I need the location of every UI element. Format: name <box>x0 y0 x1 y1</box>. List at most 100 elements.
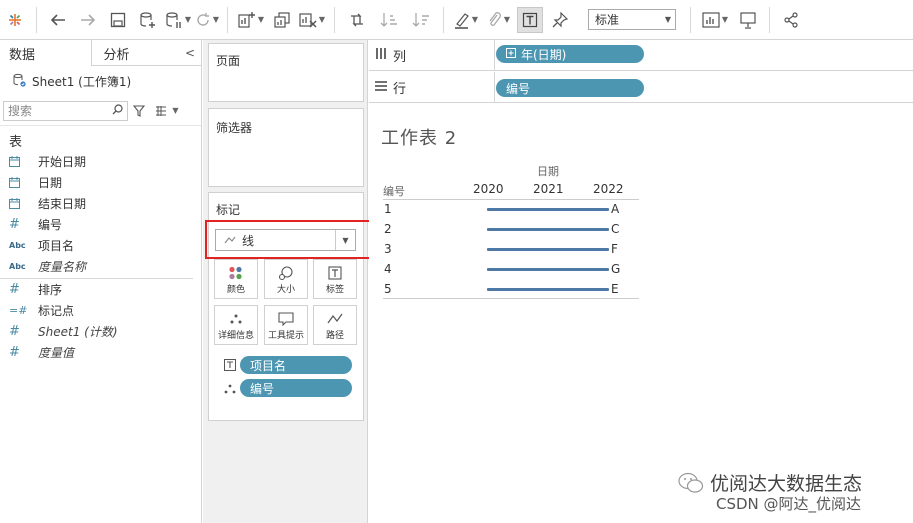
highlight-icon[interactable]: ▼ <box>450 0 482 40</box>
undo-icon[interactable] <box>43 0 73 40</box>
collapse-pane-icon[interactable]: < <box>179 40 201 65</box>
field-id[interactable]: # 编号 <box>0 214 201 235</box>
field-marker-point[interactable]: =# 标记点 <box>0 300 201 321</box>
line-label: C <box>611 222 620 236</box>
label-encoding-icon <box>223 358 237 372</box>
sort-descending-icon[interactable] <box>405 0 437 40</box>
line-label: A <box>611 202 620 216</box>
field-sheet1-count[interactable]: # Sheet1 (计数) <box>0 321 201 342</box>
tab-data-label: 数据 <box>9 47 36 63</box>
datasource-item[interactable]: Sheet1 (工作簿1) <box>0 66 201 96</box>
row-id: 3 <box>384 242 392 256</box>
marks-card-title: 标记 <box>216 203 241 217</box>
rows-icon <box>375 80 393 94</box>
row-id: 1 <box>384 202 392 216</box>
column-header-date: 日期 <box>537 165 559 178</box>
share-icon[interactable] <box>776 0 806 40</box>
pill-label: 编号 <box>250 381 275 396</box>
field-measure-names[interactable]: Abc 度量名称 <box>0 256 201 277</box>
color-icon <box>228 264 244 282</box>
swap-rows-columns-icon[interactable] <box>341 0 373 40</box>
pages-card[interactable]: 页面 <box>208 43 364 102</box>
columns-label: 列 <box>393 49 407 65</box>
filters-card-title: 筛选器 <box>216 121 253 135</box>
clear-sheet-icon[interactable]: ▼ <box>296 0 328 40</box>
worksheet-view: 工作表 2 日期 编号 2020 2021 2022 1 2 3 4 5 A C… <box>369 104 913 523</box>
field-label: 度量名称 <box>38 260 87 274</box>
datasource-icon <box>12 73 26 90</box>
size-button[interactable]: 大小 <box>264 259 308 299</box>
presentation-mode-icon[interactable] <box>733 0 763 40</box>
tab-analytics[interactable]: 分析 <box>92 40 180 66</box>
path-button[interactable]: 路径 <box>313 305 357 345</box>
tooltip-icon <box>278 310 294 328</box>
marks-pill-id[interactable]: 编号 <box>240 379 352 397</box>
row-id: 2 <box>384 222 392 236</box>
tooltip-button-label: 工具提示 <box>267 330 304 341</box>
filter-icon[interactable] <box>128 104 150 117</box>
color-button[interactable]: 颜色 <box>214 259 258 299</box>
group-members-icon[interactable]: ▼ <box>482 0 514 40</box>
label-button[interactable]: 标签 <box>313 259 357 299</box>
line-mark[interactable] <box>487 268 609 271</box>
fix-axes-icon[interactable] <box>546 0 574 40</box>
toolbar: ▼ ▼ ▼ ▼ ▼ ▼ 标准 ▼ ▼ <box>0 0 913 40</box>
color-button-label: 颜色 <box>226 284 245 295</box>
highlight-box <box>205 220 372 259</box>
fit-select[interactable]: 标准 ▼ <box>588 9 676 30</box>
columns-shelf[interactable]: 列 年(日期) <box>369 39 913 71</box>
field-measure-values[interactable]: # 度量值 <box>0 342 201 363</box>
field-project-name[interactable]: Abc 项目名 <box>0 235 201 256</box>
table-bottom-border <box>383 298 639 299</box>
string-icon: Abc <box>9 262 26 271</box>
rows-shelf[interactable]: 行 编号 <box>369 71 913 103</box>
line-mark[interactable] <box>487 208 609 211</box>
string-icon: Abc <box>9 241 26 250</box>
duplicate-sheet-icon[interactable] <box>268 0 296 40</box>
tableau-logo-icon[interactable] <box>0 0 30 40</box>
rows-pill-id[interactable]: 编号 <box>496 79 644 97</box>
cards-pane: 页面 筛选器 标记 线 ▼ 颜色 大小 标签 详细信息 工具提示 路径 项目名 … <box>203 40 368 523</box>
text-label-icon <box>328 264 342 282</box>
data-pane: 数据 分析 < Sheet1 (工作簿1) 搜索 ▼ 表 开始日期 日期 结束日… <box>0 40 202 523</box>
show-mark-labels-icon[interactable] <box>514 0 546 40</box>
marks-pill-project-name[interactable]: 项目名 <box>240 356 352 374</box>
header-divider <box>383 199 639 200</box>
sheet-title: 工作表 2 <box>381 128 458 149</box>
chevron-down-icon: ▼ <box>664 15 671 24</box>
size-button-label: 大小 <box>276 284 295 295</box>
refresh-icon[interactable]: ▼ <box>193 0 221 40</box>
line-mark[interactable] <box>487 288 609 291</box>
line-mark[interactable] <box>487 248 609 251</box>
field-end-date[interactable]: 结束日期 <box>0 193 201 214</box>
field-start-date[interactable]: 开始日期 <box>0 151 201 172</box>
tooltip-button[interactable]: 工具提示 <box>264 305 308 345</box>
line-mark[interactable] <box>487 228 609 231</box>
line-label: G <box>611 262 621 276</box>
pause-datasource-icon[interactable]: ▼ <box>163 0 193 40</box>
field-label: 项目名 <box>38 239 75 253</box>
pill-label: 年(日期) <box>521 47 567 62</box>
number-icon: # <box>9 324 20 339</box>
sort-ascending-icon[interactable] <box>373 0 405 40</box>
number-icon: # <box>9 282 20 297</box>
save-icon[interactable] <box>103 0 133 40</box>
bin-number-icon: =# <box>9 304 28 317</box>
search-input[interactable]: 搜索 <box>3 100 128 121</box>
new-worksheet-icon[interactable]: ▼ <box>234 0 268 40</box>
field-date[interactable]: 日期 <box>0 172 201 193</box>
view-options-icon[interactable]: ▼ <box>150 105 184 116</box>
field-label: Sheet1 (计数) <box>38 325 118 339</box>
year-header: 2020 <box>473 182 504 196</box>
section-tables: 表 <box>0 129 201 151</box>
columns-pill-year-date[interactable]: 年(日期) <box>496 45 644 63</box>
new-datasource-icon[interactable] <box>133 0 163 40</box>
columns-shelf-label: 列 <box>369 39 495 71</box>
field-sort-order[interactable]: # 排序 <box>0 279 201 300</box>
filters-card[interactable]: 筛选器 <box>208 108 364 187</box>
show-cards-icon[interactable]: ▼ <box>697 0 733 40</box>
tab-data[interactable]: 数据 <box>0 40 92 66</box>
wechat-icon <box>678 472 704 497</box>
detail-button[interactable]: 详细信息 <box>214 305 258 345</box>
redo-icon[interactable] <box>73 0 103 40</box>
